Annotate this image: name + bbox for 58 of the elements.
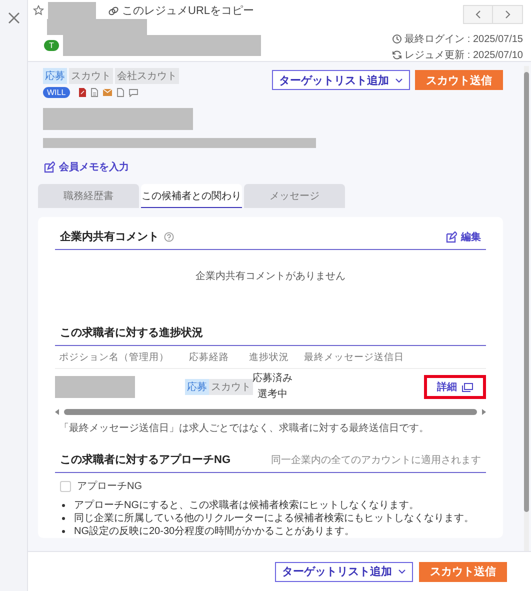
- chat-icon: [128, 88, 138, 96]
- target-list-dropdown[interactable]: ターゲットリスト追加: [272, 70, 410, 90]
- status-text: 選考中: [258, 388, 288, 402]
- clock-icon: [392, 34, 402, 44]
- copy-url-link[interactable]: このレジュメURLをコピー: [108, 3, 254, 18]
- refresh-icon: [392, 50, 402, 60]
- initial-badge: T: [44, 40, 59, 51]
- column-header: 最終メッセージ送信日: [303, 350, 405, 364]
- status-text: 応募済み: [252, 372, 292, 386]
- close-icon[interactable]: [8, 12, 20, 24]
- help-icon: [164, 232, 174, 242]
- section-title: この求職者に対する進捗状況: [60, 326, 203, 340]
- bullet-text: アプローチNGにすると、この求職者は候補者検索にヒットしなくなります。: [74, 499, 419, 512]
- column-header: 応募経路: [188, 350, 230, 364]
- window-icon: [462, 382, 473, 392]
- route-tag: 応募: [43, 68, 67, 84]
- note-text: 「最終メッセージ送信日」は求人ごとではなく、求職者に対する最終送信日です。: [58, 422, 430, 435]
- route-tag: スカウト: [69, 68, 113, 84]
- caret-icon: [398, 569, 406, 574]
- route-tag: 応募: [185, 379, 209, 395]
- star-icon[interactable]: [33, 5, 44, 16]
- scope-note: 同一企業内の全てのアカウントに適用されます: [271, 454, 481, 466]
- member-memo-link[interactable]: 会員メモを入力: [43, 160, 503, 174]
- document-icon: [90, 88, 98, 97]
- edit-icon: [445, 230, 457, 242]
- chevron-left-icon: [475, 10, 481, 19]
- bullet-text: NG設定の反映に20-30分程度の時間がかかることがあります。: [74, 525, 355, 538]
- tab[interactable]: この候補者との関わり: [141, 184, 242, 208]
- detail-button[interactable]: 詳細: [424, 375, 486, 399]
- column-header: 進捗状況: [248, 350, 290, 364]
- edit-icon: [43, 161, 55, 173]
- bullet-dot: [62, 530, 65, 533]
- scrollbar[interactable]: [524, 66, 529, 551]
- target-list-dropdown[interactable]: ターゲットリスト追加: [275, 562, 413, 582]
- column-header: ポジション名（管理用）: [58, 350, 170, 364]
- empty-message: 企業内共有コメントがありません: [194, 270, 346, 284]
- last-login-text: 最終ログイン : 2025/07/15: [404, 33, 523, 46]
- tab[interactable]: 職務経歴書: [38, 184, 139, 208]
- resume-updated-text: レジュメ更新 : 2025/07/10: [404, 48, 523, 62]
- pdf-file-icon: [78, 88, 86, 97]
- bullet-text: 同じ企業に所属している他のリクルーターによる候補者検索にもヒットしなくなります。: [74, 512, 474, 525]
- section-title: この求職者に対するアプローチNG: [60, 452, 230, 467]
- scroll-right-icon: [482, 409, 486, 415]
- horizontal-scrollbar[interactable]: [55, 407, 486, 417]
- approach-ng-checkbox[interactable]: アプローチNG: [55, 473, 486, 493]
- envelope-icon: [102, 89, 112, 96]
- section-title: 企業内共有コメント: [60, 230, 159, 244]
- chevron-right-icon: [504, 10, 510, 19]
- bullet-dot: [62, 517, 65, 520]
- edit-link[interactable]: 編集: [445, 230, 481, 244]
- scroll-left-icon: [55, 409, 59, 415]
- bullet-dot: [62, 504, 65, 507]
- note-icon: [116, 88, 124, 97]
- will-badge: WILL: [43, 87, 70, 98]
- route-tag: スカウト: [209, 379, 253, 395]
- link-icon: [108, 6, 119, 16]
- route-tag: 会社スカウト: [115, 68, 179, 84]
- caret-icon: [395, 78, 403, 82]
